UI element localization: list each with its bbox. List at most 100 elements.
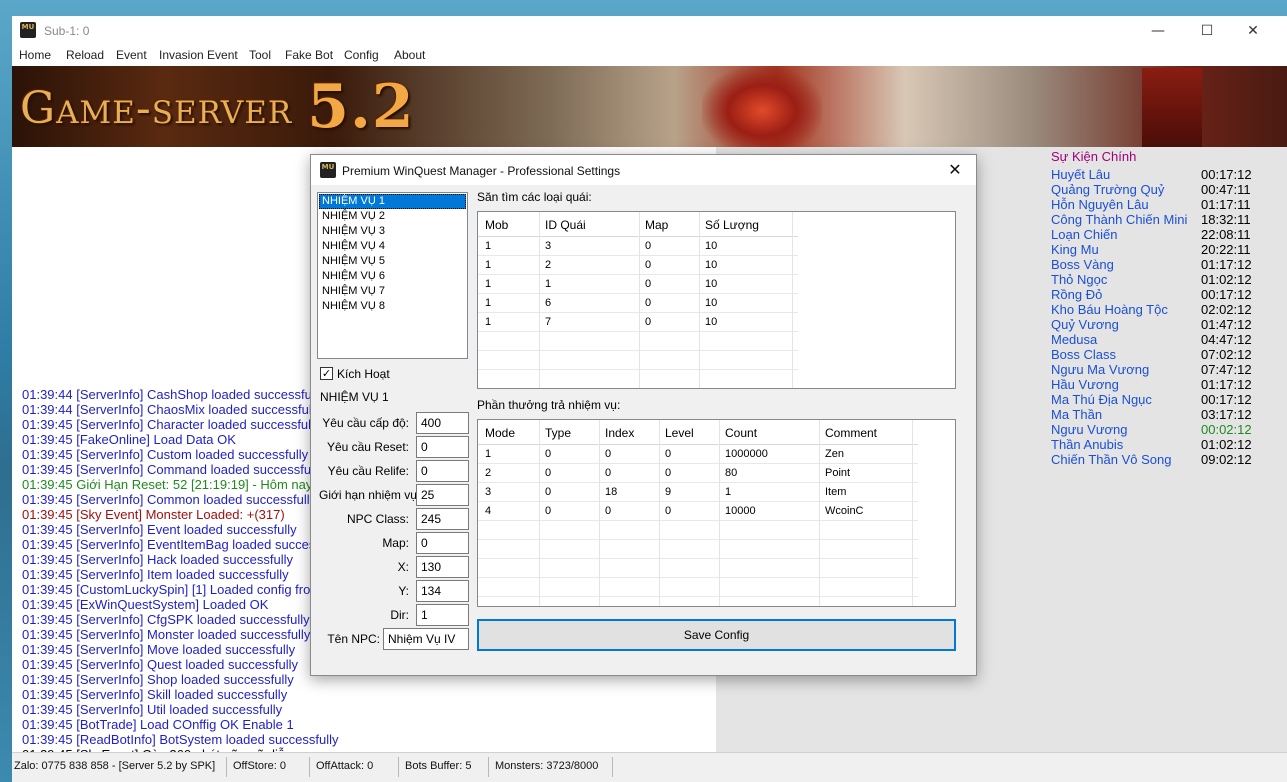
close-button[interactable]: ✕ bbox=[1230, 16, 1276, 46]
grid-cell[interactable]: 1 bbox=[485, 240, 491, 252]
grid-cell[interactable]: 1 bbox=[545, 278, 551, 290]
grid-column-header[interactable]: Comment bbox=[825, 426, 877, 440]
grid-cell[interactable]: 0 bbox=[665, 448, 671, 460]
grid-cell[interactable]: 1 bbox=[485, 278, 491, 290]
menu-home[interactable]: Home bbox=[19, 48, 51, 62]
field-input[interactable] bbox=[383, 628, 469, 650]
grid-cell[interactable]: 0 bbox=[605, 467, 611, 479]
grid-cell[interactable]: 0 bbox=[545, 448, 551, 460]
grid-cell[interactable]: Point bbox=[825, 467, 850, 479]
quest-list-item[interactable]: NHIỆM VỤ 5 bbox=[319, 254, 466, 269]
grid-column-header[interactable]: Mob bbox=[485, 218, 508, 232]
grid-cell[interactable]: 0 bbox=[545, 486, 551, 498]
grid-cell[interactable]: 0 bbox=[605, 448, 611, 460]
grid-cell[interactable]: 1 bbox=[485, 448, 491, 460]
grid-cell[interactable]: 0 bbox=[645, 240, 651, 252]
grid-cell[interactable]: 4 bbox=[485, 505, 491, 517]
event-name[interactable]: King Mu bbox=[1051, 242, 1099, 257]
grid-column-header[interactable]: Mode bbox=[485, 426, 515, 440]
event-name[interactable]: Công Thành Chiến Mini bbox=[1051, 212, 1187, 227]
grid-cell[interactable]: 0 bbox=[665, 505, 671, 517]
grid-cell[interactable]: 0 bbox=[665, 467, 671, 479]
grid-cell[interactable]: 10 bbox=[705, 278, 717, 290]
quest-list-item[interactable]: NHIỆM VỤ 1 bbox=[319, 194, 466, 209]
save-config-button[interactable]: Save Config bbox=[477, 619, 956, 651]
event-name[interactable]: Ma Thú Địa Ngục bbox=[1051, 392, 1152, 407]
event-name[interactable]: Loạn Chiến bbox=[1051, 227, 1118, 242]
field-input[interactable] bbox=[416, 580, 469, 602]
event-name[interactable]: Thần Anubis bbox=[1051, 437, 1123, 452]
grid-column-header[interactable]: Index bbox=[605, 426, 634, 440]
event-name[interactable]: Hỗn Nguyên Lâu bbox=[1051, 197, 1149, 212]
event-name[interactable]: Ngưu Ma Vương bbox=[1051, 362, 1149, 377]
dialog-close-button[interactable]: ✕ bbox=[935, 155, 975, 185]
event-name[interactable]: Ma Thần bbox=[1051, 407, 1102, 422]
grid-cell[interactable]: 1000000 bbox=[725, 448, 768, 460]
grid-cell[interactable]: 18 bbox=[605, 486, 617, 498]
grid-cell[interactable]: 10 bbox=[705, 240, 717, 252]
grid-cell[interactable]: 1 bbox=[485, 316, 491, 328]
grid-cell[interactable]: Item bbox=[825, 486, 846, 498]
grid-cell[interactable]: 1 bbox=[485, 297, 491, 309]
field-input[interactable] bbox=[416, 436, 469, 458]
maximize-button[interactable]: ☐ bbox=[1184, 16, 1230, 46]
event-name[interactable]: Hầu Vương bbox=[1051, 377, 1119, 392]
grid-cell[interactable]: 10 bbox=[705, 316, 717, 328]
quest-list-item[interactable]: NHIỆM VỤ 4 bbox=[319, 239, 466, 254]
grid-cell[interactable]: 0 bbox=[605, 505, 611, 517]
quest-list-item[interactable]: NHIỆM VỤ 8 bbox=[319, 299, 466, 314]
reward-grid[interactable]: Mode Type Index Level Count Comment 1 0 0 0 100000… bbox=[477, 419, 956, 607]
grid-cell[interactable]: 7 bbox=[545, 316, 551, 328]
grid-cell[interactable]: 10 bbox=[705, 297, 717, 309]
field-input[interactable] bbox=[416, 484, 469, 506]
field-input[interactable] bbox=[416, 460, 469, 482]
grid-cell[interactable]: 10 bbox=[705, 259, 717, 271]
grid-cell[interactable]: 0 bbox=[645, 259, 651, 271]
dialog-title-bar[interactable]: MU Premium WinQuest Manager - Profession… bbox=[311, 155, 976, 185]
hunt-grid[interactable]: Mob ID Quái Map Số Lượng 1 3 0 10 1 2 0 10 1 1 0 10 1 6 0 1… bbox=[477, 211, 956, 389]
event-name[interactable]: Thỏ Ngọc bbox=[1051, 272, 1107, 287]
event-name[interactable]: Rồng Đỏ bbox=[1051, 287, 1102, 302]
activate-checkbox[interactable]: ✓ bbox=[320, 367, 333, 380]
title-bar[interactable]: MU Sub-1: 0 — ☐ ✕ bbox=[12, 16, 1287, 46]
grid-cell[interactable]: Zen bbox=[825, 448, 844, 460]
field-input[interactable] bbox=[416, 532, 469, 554]
event-name[interactable]: Quảng Trường Quỷ bbox=[1051, 182, 1164, 197]
grid-column-header[interactable]: Type bbox=[545, 426, 571, 440]
grid-column-header[interactable]: Map bbox=[645, 218, 668, 232]
menu-config[interactable]: Config bbox=[344, 48, 379, 62]
grid-cell[interactable]: 0 bbox=[645, 316, 651, 328]
grid-cell[interactable]: 3 bbox=[545, 240, 551, 252]
event-name[interactable]: Medusa bbox=[1051, 332, 1097, 347]
grid-column-header[interactable]: Count bbox=[725, 426, 757, 440]
quest-list-item[interactable]: NHIỆM VỤ 7 bbox=[319, 284, 466, 299]
activate-label[interactable]: Kích Hoạt bbox=[337, 367, 390, 381]
quest-listbox[interactable]: NHIỆM VỤ 1 NHIỆM VỤ 2 NHIỆM VỤ 3 NHIỆM VỤ 4… bbox=[317, 192, 468, 359]
grid-cell[interactable]: 2 bbox=[545, 259, 551, 271]
quest-list-item[interactable]: NHIỆM VỤ 6 bbox=[319, 269, 466, 284]
grid-cell[interactable]: 3 bbox=[485, 486, 491, 498]
grid-cell[interactable]: 1 bbox=[485, 259, 491, 271]
grid-cell[interactable]: WcoinC bbox=[825, 505, 864, 517]
menu-event[interactable]: Event bbox=[116, 48, 147, 62]
quest-list-item[interactable]: NHIỆM VỤ 3 bbox=[319, 224, 466, 239]
field-input[interactable] bbox=[416, 604, 469, 626]
event-name[interactable]: Quỷ Vương bbox=[1051, 317, 1119, 332]
menu-reload[interactable]: Reload bbox=[66, 48, 104, 62]
grid-cell[interactable]: 1 bbox=[725, 486, 731, 498]
grid-cell[interactable]: 0 bbox=[645, 297, 651, 309]
grid-cell[interactable]: 2 bbox=[485, 467, 491, 479]
grid-cell[interactable]: 9 bbox=[665, 486, 671, 498]
menu-invasion-event[interactable]: Invasion Event bbox=[159, 48, 238, 62]
field-input[interactable] bbox=[416, 556, 469, 578]
grid-cell[interactable]: 0 bbox=[645, 278, 651, 290]
minimize-button[interactable]: — bbox=[1135, 16, 1181, 46]
event-name[interactable]: Kho Báu Hoàng Tộc bbox=[1051, 302, 1168, 317]
menu-about[interactable]: About bbox=[394, 48, 425, 62]
event-name[interactable]: Boss Vàng bbox=[1051, 257, 1114, 272]
event-name[interactable]: Ngưu Vương bbox=[1051, 422, 1128, 437]
grid-column-header[interactable]: ID Quái bbox=[545, 218, 586, 232]
event-name[interactable]: Chiến Thần Vô Song bbox=[1051, 452, 1171, 467]
quest-list-item[interactable]: NHIỆM VỤ 2 bbox=[319, 209, 466, 224]
grid-cell[interactable]: 0 bbox=[545, 467, 551, 479]
